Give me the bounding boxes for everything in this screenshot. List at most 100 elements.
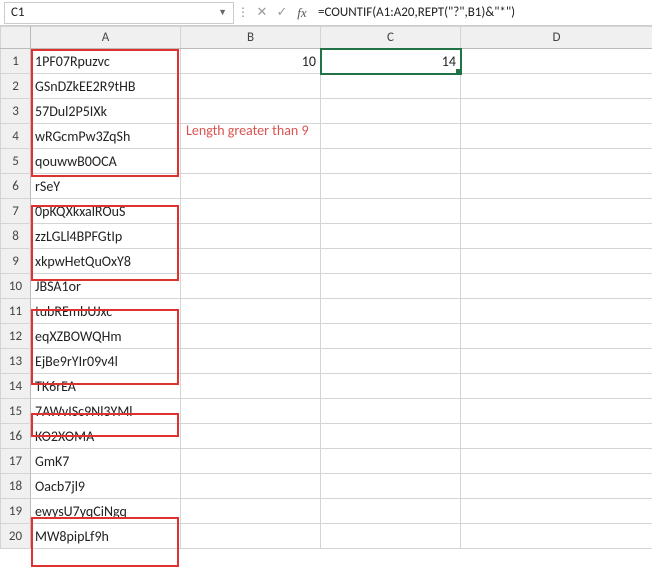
cell-A9[interactable]: xkpwHetQuOxY8 <box>31 249 181 274</box>
column-header-c[interactable]: C <box>321 27 461 49</box>
cell-C8[interactable] <box>321 224 461 249</box>
cell-A15[interactable]: 7AWvISc9Nl3YMl <box>31 399 181 424</box>
cell-A12[interactable]: eqXZBOWQHm <box>31 324 181 349</box>
row-header[interactable]: 9 <box>1 249 31 274</box>
cell-A11[interactable]: tubREmbUJxc <box>31 299 181 324</box>
cell-A16[interactable]: KO2XOMA <box>31 424 181 449</box>
cell-C12[interactable] <box>321 324 461 349</box>
row-header[interactable]: 1 <box>1 49 31 74</box>
cell-B19[interactable] <box>181 499 321 524</box>
cell-D2[interactable] <box>461 74 652 99</box>
cell-D9[interactable] <box>461 249 652 274</box>
cell-B12[interactable] <box>181 324 321 349</box>
cell-C14[interactable] <box>321 374 461 399</box>
cell-B4[interactable] <box>181 124 321 149</box>
cell-C19[interactable] <box>321 499 461 524</box>
cell-C11[interactable] <box>321 299 461 324</box>
cell-B11[interactable] <box>181 299 321 324</box>
row-header[interactable]: 14 <box>1 374 31 399</box>
cell-C1[interactable]: 14 <box>321 49 461 74</box>
cell-B2[interactable] <box>181 74 321 99</box>
cell-A3[interactable]: 57Dul2P5IXk <box>31 99 181 124</box>
row-header[interactable]: 12 <box>1 324 31 349</box>
cell-B3[interactable] <box>181 99 321 124</box>
cell-D5[interactable] <box>461 149 652 174</box>
cell-D18[interactable] <box>461 474 652 499</box>
cell-B15[interactable] <box>181 399 321 424</box>
cell-D19[interactable] <box>461 499 652 524</box>
row-header[interactable]: 7 <box>1 199 31 224</box>
row-header[interactable]: 16 <box>1 424 31 449</box>
cell-C6[interactable] <box>321 174 461 199</box>
formula-input[interactable]: =COUNTIF(A1:A20,REPT("?",B1)&"*") <box>312 3 652 22</box>
select-all-corner[interactable] <box>1 27 31 49</box>
cell-C7[interactable] <box>321 199 461 224</box>
chevron-down-icon[interactable]: ▼ <box>218 7 227 18</box>
row-header[interactable]: 6 <box>1 174 31 199</box>
cell-D15[interactable] <box>461 399 652 424</box>
cell-B9[interactable] <box>181 249 321 274</box>
cell-A10[interactable]: JBSA1or <box>31 274 181 299</box>
cell-D16[interactable] <box>461 424 652 449</box>
row-header[interactable]: 5 <box>1 149 31 174</box>
row-header[interactable]: 10 <box>1 274 31 299</box>
row-header[interactable]: 4 <box>1 124 31 149</box>
cell-C3[interactable] <box>321 99 461 124</box>
cell-A14[interactable]: TK6rEA <box>31 374 181 399</box>
row-header[interactable]: 17 <box>1 449 31 474</box>
row-header[interactable]: 8 <box>1 224 31 249</box>
row-header[interactable]: 19 <box>1 499 31 524</box>
cell-D14[interactable] <box>461 374 652 399</box>
cell-D6[interactable] <box>461 174 652 199</box>
cell-A5[interactable]: qouwwB0OCA <box>31 149 181 174</box>
cell-C18[interactable] <box>321 474 461 499</box>
cell-B5[interactable] <box>181 149 321 174</box>
name-box[interactable]: C1 ▼ <box>4 2 234 24</box>
cell-B7[interactable] <box>181 199 321 224</box>
cell-D20[interactable] <box>461 524 652 549</box>
cell-A7[interactable]: 0pKQXkxalROuS <box>31 199 181 224</box>
column-header-a[interactable]: A <box>31 27 181 49</box>
cell-B20[interactable] <box>181 524 321 549</box>
cell-A17[interactable]: GmK7 <box>31 449 181 474</box>
cell-C17[interactable] <box>321 449 461 474</box>
cell-A20[interactable]: MW8pipLf9h <box>31 524 181 549</box>
cell-B8[interactable] <box>181 224 321 249</box>
cell-C15[interactable] <box>321 399 461 424</box>
cell-D7[interactable] <box>461 199 652 224</box>
cell-D13[interactable] <box>461 349 652 374</box>
cell-C5[interactable] <box>321 149 461 174</box>
cell-D11[interactable] <box>461 299 652 324</box>
cell-A18[interactable]: Oacb7jl9 <box>31 474 181 499</box>
cancel-icon[interactable]: ✕ <box>252 5 272 20</box>
check-icon[interactable]: ✓ <box>272 5 292 20</box>
cell-A8[interactable]: zzLGLl4BPFGtIp <box>31 224 181 249</box>
cell-C16[interactable] <box>321 424 461 449</box>
cell-A1[interactable]: 1PF07Rpuzvc <box>31 49 181 74</box>
cell-B6[interactable] <box>181 174 321 199</box>
cell-C13[interactable] <box>321 349 461 374</box>
row-header[interactable]: 2 <box>1 74 31 99</box>
cell-B18[interactable] <box>181 474 321 499</box>
cell-D10[interactable] <box>461 274 652 299</box>
cell-D1[interactable] <box>461 49 652 74</box>
cell-A13[interactable]: EjBe9rYIr09v4l <box>31 349 181 374</box>
cell-B14[interactable] <box>181 374 321 399</box>
cell-C9[interactable] <box>321 249 461 274</box>
cell-A4[interactable]: wRGcmPw3ZqSh <box>31 124 181 149</box>
cell-A2[interactable]: GSnDZkEE2R9tHB <box>31 74 181 99</box>
cell-C20[interactable] <box>321 524 461 549</box>
cell-B13[interactable] <box>181 349 321 374</box>
cell-C10[interactable] <box>321 274 461 299</box>
cell-D4[interactable] <box>461 124 652 149</box>
cell-A19[interactable]: ewysU7yqCiNgq <box>31 499 181 524</box>
cell-B1[interactable]: 10 <box>181 49 321 74</box>
row-header[interactable]: 20 <box>1 524 31 549</box>
cell-A6[interactable]: rSeY <box>31 174 181 199</box>
row-header[interactable]: 3 <box>1 99 31 124</box>
row-header[interactable]: 15 <box>1 399 31 424</box>
cell-B17[interactable] <box>181 449 321 474</box>
column-header-d[interactable]: D <box>461 27 652 49</box>
cell-B16[interactable] <box>181 424 321 449</box>
cell-C2[interactable] <box>321 74 461 99</box>
